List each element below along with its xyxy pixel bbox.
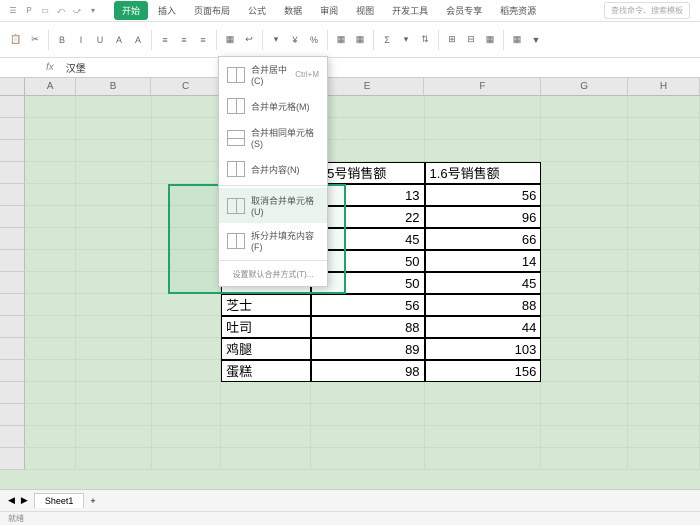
tab-insert[interactable]: 插入 [150, 1, 184, 20]
merge-dropdown-menu: 合并居中(C)Ctrl+M 合并单元格(M) 合并相同单元格(S) 合并内容(N… [218, 56, 328, 287]
tab-formula[interactable]: 公式 [240, 1, 274, 20]
menu-merge-same[interactable]: 合并相同单元格(S) [219, 120, 327, 155]
merge-icon[interactable]: ▦ [222, 32, 238, 48]
insert-row-icon[interactable]: ⊞ [444, 32, 460, 48]
col-header[interactable]: F [424, 78, 541, 95]
cond-format-icon[interactable]: ▦ [333, 32, 349, 48]
percent-icon[interactable]: % [306, 32, 322, 48]
formula-bar[interactable]: 汉堡 [60, 60, 92, 75]
unmerge-icon [227, 198, 245, 214]
col-header[interactable]: B [76, 78, 152, 95]
merge-content-icon [227, 161, 245, 177]
sum-icon[interactable]: Σ [379, 32, 395, 48]
ribbon: 📋 ✂ B I U A A ≡ ≡ ≡ ▦ ↩ ▾ ¥ % ▦ ▦ Σ ▾ ⇅ … [0, 22, 700, 58]
sort-icon[interactable]: ⇅ [417, 32, 433, 48]
sheet-tab[interactable]: Sheet1 [34, 493, 85, 508]
tab-member[interactable]: 会员专享 [438, 1, 490, 20]
sheet-nav-next-icon[interactable]: ▶ [21, 495, 28, 506]
merge-cells-icon [227, 98, 245, 114]
split-fill-icon [227, 233, 245, 249]
qat-btn[interactable]: ▭ [40, 6, 50, 16]
align-left-icon[interactable]: ≡ [157, 32, 173, 48]
add-sheet-icon[interactable]: + [90, 496, 95, 506]
format-icon[interactable]: ▾ [268, 32, 284, 48]
bold-icon[interactable]: B [54, 32, 70, 48]
tab-layout[interactable]: 页面布局 [186, 1, 238, 20]
redo-icon[interactable]: ⤻ [72, 6, 82, 16]
tab-view[interactable]: 视图 [348, 1, 382, 20]
menu-merge-cells[interactable]: 合并单元格(M) [219, 92, 327, 120]
sheet-nav-prev-icon[interactable]: ◀ [8, 495, 15, 506]
qat-more-icon[interactable]: ▾ [88, 6, 98, 16]
grid[interactable]: 1.5号销售额1.6号销售额 1356 2296 4566 汉堡5014 504… [0, 96, 700, 470]
qat-btn[interactable]: P [24, 6, 34, 16]
col-header[interactable]: C [151, 78, 220, 95]
cut-icon[interactable]: ✂ [27, 32, 43, 48]
tab-home[interactable]: 开始 [114, 1, 148, 20]
font-small-icon[interactable]: A [130, 32, 146, 48]
tab-template[interactable]: 稻壳资源 [492, 1, 544, 20]
table-format-icon[interactable]: ▦ [352, 32, 368, 48]
fill-icon[interactable]: ▾ [398, 32, 414, 48]
merge-center-icon [227, 67, 245, 83]
tab-data[interactable]: 数据 [276, 1, 310, 20]
currency-icon[interactable]: ¥ [287, 32, 303, 48]
underline-icon[interactable]: U [92, 32, 108, 48]
status-bar: 就绪 [0, 511, 700, 525]
select-all-corner[interactable] [0, 78, 25, 95]
menu-split-fill[interactable]: 拆分并填充内容(F) [219, 223, 327, 258]
font-size-icon[interactable]: A [111, 32, 127, 48]
menu-unmerge[interactable]: 取消合并单元格(U) [219, 188, 327, 223]
search-input[interactable]: 查找命令、搜索模板 [604, 2, 690, 19]
col-header[interactable]: A [25, 78, 75, 95]
format-cell-icon[interactable]: ▦ [482, 32, 498, 48]
paste-icon[interactable]: 📋 [8, 32, 24, 48]
align-right-icon[interactable]: ≡ [195, 32, 211, 48]
align-center-icon[interactable]: ≡ [176, 32, 192, 48]
undo-icon[interactable]: ⤺ [56, 6, 66, 16]
freeze-icon[interactable]: ▦ [509, 32, 525, 48]
tab-review[interactable]: 审阅 [312, 1, 346, 20]
menu-merge-center[interactable]: 合并居中(C)Ctrl+M [219, 57, 327, 92]
delete-row-icon[interactable]: ⊟ [463, 32, 479, 48]
filter-icon[interactable]: ▼ [528, 32, 544, 48]
italic-icon[interactable]: I [73, 32, 89, 48]
merge-same-icon [227, 130, 245, 146]
menu-icon[interactable]: ☰ [8, 6, 18, 16]
wrap-icon[interactable]: ↩ [241, 32, 257, 48]
menu-merge-content[interactable]: 合并内容(N) [219, 155, 327, 183]
tab-dev[interactable]: 开发工具 [384, 1, 436, 20]
menu-default-merge[interactable]: 设置默认合并方式(T)... [219, 263, 327, 286]
col-header[interactable]: G [541, 78, 627, 95]
fx-icon[interactable]: fx [40, 62, 60, 73]
col-header[interactable]: H [628, 78, 700, 95]
